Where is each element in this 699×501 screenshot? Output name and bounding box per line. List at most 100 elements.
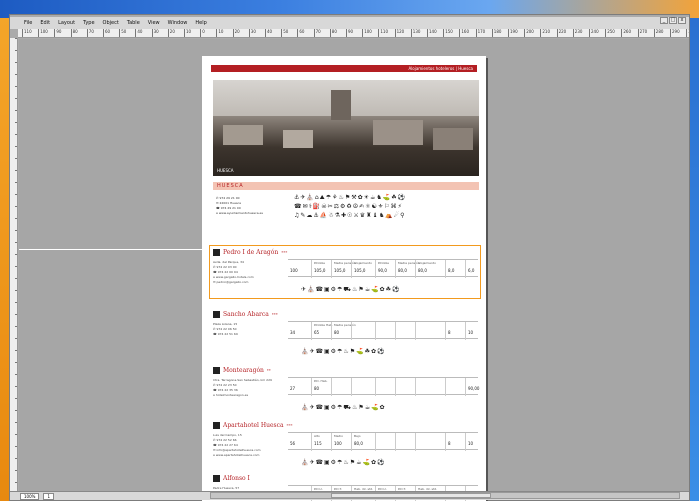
ruler-tick: 80 <box>329 29 337 37</box>
photo-building <box>283 130 313 148</box>
rate-header: Medio <box>334 434 344 438</box>
document-page[interactable]: Alojamientos hoteleros | Huesca HUESCA H… <box>202 56 486 501</box>
page-header-bar: Alojamientos hoteleros | Huesca <box>211 65 477 72</box>
rate-value: 80 <box>314 386 320 391</box>
menu-help[interactable]: Help <box>195 17 206 29</box>
hotel-address-line: ⌂ www.apartahotelhuesca.com <box>213 453 260 457</box>
ruler-tick: 100 <box>38 29 48 37</box>
hotel-marker-icon <box>213 475 220 482</box>
table-divider <box>395 322 396 340</box>
rate-header: P.D. Hab. <box>314 379 328 383</box>
hotel-marker-icon <box>213 422 220 429</box>
hotel-marker-icon <box>213 367 220 374</box>
maximize-button[interactable]: □ <box>669 17 677 24</box>
ruler-tick: 40 <box>265 29 272 37</box>
table-divider <box>445 378 446 396</box>
hotel-name: Sancho Abarca <box>223 311 269 318</box>
city-info-line: ⌂ www.ayuntamientohuesca.es <box>216 211 263 215</box>
rate-value: 65 <box>314 330 320 335</box>
ruler-tick: 110 <box>378 29 388 37</box>
ruler-tick: 30 <box>151 29 159 37</box>
ruler-tick: 40 <box>135 29 142 37</box>
photo-building <box>373 120 423 145</box>
selection-frame[interactable] <box>209 245 481 299</box>
city-icons-row: ☎✉⚕⛽☠✂⚖⚙♻☮✍⚛☯⚜⚐⌘⚡ <box>294 203 403 210</box>
ruler-tick: 210 <box>540 29 550 37</box>
menu-edit[interactable]: Edit <box>40 17 50 29</box>
table-divider <box>395 378 396 396</box>
hotel-rates-table: 34 P.Doble Hab. 65 Media pensión 80 8 10 <box>288 321 478 340</box>
ruler-tick: 220 <box>556 29 566 37</box>
horizontal-ruler[interactable]: 110 100 90 80 70 60 50 40 30 20 10 0 10 20 30 40 50 60 70 8… <box>18 29 689 38</box>
hotel-marker-icon <box>213 311 220 318</box>
rate-header: Bajo <box>354 434 361 438</box>
ruler-tick: 20 <box>232 29 240 37</box>
menu-type[interactable]: Type <box>83 17 94 29</box>
ruler-tick: 0 <box>200 29 205 37</box>
application-window: File Edit Layout Type Object Table View … <box>9 14 690 501</box>
table-divider <box>415 433 416 451</box>
menu-object[interactable]: Object <box>103 17 119 29</box>
hotel-rates-table: 27 P.D. Hab. 80 90,00 <box>288 377 479 396</box>
vertical-ruler[interactable] <box>10 38 18 492</box>
photo-caption: HUESCA <box>217 168 234 173</box>
ruler-tick: 80 <box>70 29 78 37</box>
table-divider <box>311 322 312 340</box>
table-divider <box>375 322 376 340</box>
city-banner: HUESCA <box>213 182 479 190</box>
hotel-name: Montearagón <box>223 367 264 374</box>
table-divider <box>331 433 332 451</box>
rate-value: 115 <box>314 441 322 446</box>
menu-view[interactable]: View <box>148 17 160 29</box>
ruler-tick: 290 <box>670 29 680 37</box>
hotel-name: Alfonso I <box>223 475 250 482</box>
ruler-tick: 70 <box>313 29 321 37</box>
scrollbar-thumb[interactable] <box>331 493 491 498</box>
table-divider <box>375 378 376 396</box>
table-divider <box>465 378 466 396</box>
ruler-tick: 200 <box>524 29 534 37</box>
page-field[interactable]: 1 <box>43 492 54 500</box>
minimize-button[interactable]: _ <box>660 17 668 24</box>
photo-building <box>223 125 263 145</box>
ruler-tick: 270 <box>637 29 647 37</box>
guide-line[interactable] <box>19 249 211 250</box>
table-divider <box>331 378 332 396</box>
hotel-stars: *** <box>286 423 293 428</box>
pasteboard[interactable]: Alojamientos hoteleros | Huesca HUESCA H… <box>19 39 689 501</box>
city-info: ✆ 974 29 21 00 ✉ 22001 Huesca ☎ 974 29 2… <box>216 196 263 216</box>
ruler-tick: 250 <box>605 29 615 37</box>
ruler-tick: 10 <box>216 29 223 37</box>
ruler-tick: 130 <box>410 29 420 37</box>
hotel-title: Montearagón ** <box>213 366 271 375</box>
zoom-field[interactable]: 100% <box>20 492 40 500</box>
rate-value: 100 <box>334 441 342 446</box>
menu-file[interactable]: File <box>24 17 32 29</box>
ruler-tick: 70 <box>86 29 94 37</box>
table-divider <box>465 322 466 340</box>
table-divider <box>445 322 446 340</box>
close-button[interactable]: x <box>678 17 686 24</box>
rate-header: Alto <box>314 434 320 438</box>
rate-value: 8 <box>448 330 451 335</box>
menu-window[interactable]: Window <box>168 17 188 29</box>
ruler-tick: 90 <box>54 29 61 37</box>
ruler-tick: 240 <box>589 29 599 37</box>
rate-value: 80,0 <box>354 441 363 446</box>
ruler-tick: 150 <box>443 29 453 37</box>
rate-value: 56 <box>290 441 296 446</box>
hotel-service-icons: ⛪✈☎▣⚙☂⛟♨⚑☕⛳✿ <box>301 404 386 411</box>
ruler-tick: 120 <box>394 29 404 37</box>
ruler-tick: 100 <box>362 29 372 37</box>
hotel-service-icons: ⛪✈☎▣⚙☂♨⚑☕⛳✿⚽ <box>301 459 386 466</box>
city-photo[interactable]: HUESCA <box>213 80 479 176</box>
table-divider <box>445 433 446 451</box>
menu-layout[interactable]: Layout <box>58 17 75 29</box>
horizontal-scrollbar[interactable] <box>210 492 680 499</box>
city-icons-row: ♫✎☁⚓⛵☃⚗✚☉⚔♛♜♝♞⛺☄⚲ <box>294 212 406 219</box>
hotel-title: Apartahotel Huesca *** <box>213 421 293 430</box>
hotel-name: Apartahotel Huesca <box>223 422 284 429</box>
menu-table[interactable]: Table <box>127 17 140 29</box>
hotel-service-icons: ⛪✈☎▣⚙☂♨⚑⛳☘✿⚽ <box>301 348 386 355</box>
ruler-tick: 110 <box>22 29 32 37</box>
